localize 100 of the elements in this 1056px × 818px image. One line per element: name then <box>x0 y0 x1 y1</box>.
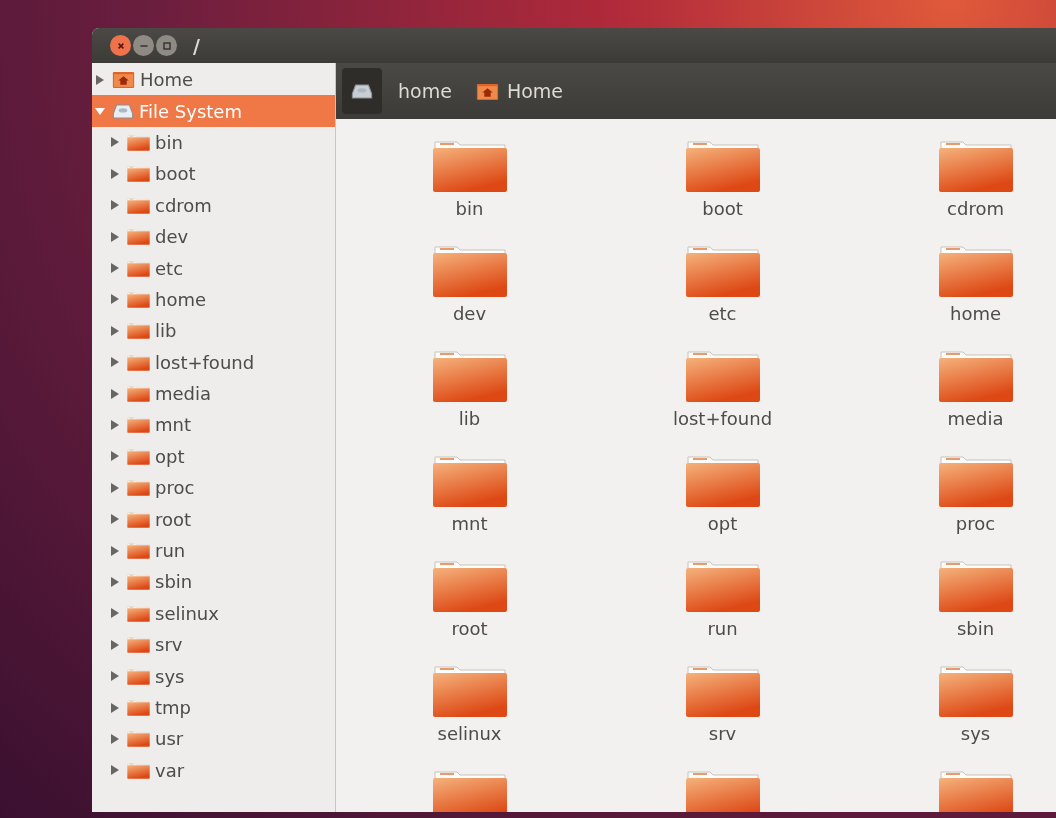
collapsed-arrow-icon[interactable] <box>110 137 120 148</box>
collapsed-arrow-icon[interactable] <box>110 168 120 179</box>
folder-name[interactable]: srv <box>708 723 737 744</box>
maximize-icon <box>160 39 173 52</box>
tree-item[interactable]: root <box>92 503 335 535</box>
folder-icon <box>937 348 1014 402</box>
collapsed-arrow-icon[interactable] <box>110 639 120 650</box>
folder-icon <box>684 663 761 717</box>
tree-item[interactable]: opt <box>92 440 335 473</box>
folder-name[interactable]: boot <box>702 198 743 219</box>
folder-icon <box>431 663 508 717</box>
folder-icon <box>431 138 508 192</box>
tree-item[interactable]: mnt <box>92 409 335 441</box>
folder-name[interactable]: mnt <box>451 513 488 534</box>
tree-item[interactable]: dev <box>92 220 335 253</box>
close-button[interactable] <box>110 35 131 56</box>
breadcrumb-button[interactable] <box>342 68 382 114</box>
folder-name[interactable]: proc <box>955 513 996 534</box>
tree-item[interactable]: sbin <box>92 566 335 598</box>
collapsed-arrow-icon[interactable] <box>110 231 120 242</box>
folder-icon <box>127 133 150 151</box>
collapsed-arrow-icon[interactable] <box>110 325 120 336</box>
tree-item[interactable]: home <box>92 283 335 316</box>
collapsed-arrow-icon[interactable] <box>110 200 120 211</box>
folder-icon <box>127 699 150 716</box>
tree-item[interactable]: cdrom <box>92 189 335 221</box>
collapsed-arrow-icon[interactable] <box>110 545 120 556</box>
folder-name[interactable]: home <box>950 303 1001 324</box>
folder-name[interactable]: opt <box>707 513 738 534</box>
collapsed-arrow-icon[interactable] <box>110 451 120 462</box>
collapsed-arrow-icon[interactable] <box>110 388 120 399</box>
folder-name[interactable]: root <box>451 618 488 639</box>
folder-name[interactable]: run <box>707 618 738 639</box>
collapsed-arrow-icon[interactable] <box>110 671 120 682</box>
tree-item[interactable]: etc <box>92 252 335 284</box>
tree-item[interactable]: run <box>92 534 335 567</box>
collapsed-arrow-icon[interactable] <box>110 514 120 525</box>
folder-icon <box>127 447 150 465</box>
collapsed-arrow-icon[interactable] <box>95 74 105 85</box>
folder-name[interactable]: dev <box>452 303 487 324</box>
tree-item[interactable]: srv <box>92 629 335 661</box>
folder-icon <box>127 761 150 779</box>
collapsed-arrow-icon[interactable] <box>110 733 120 744</box>
folder-name[interactable]: media <box>947 408 1004 429</box>
folder-icon <box>684 558 761 612</box>
drive-icon <box>351 83 373 99</box>
maximize-button[interactable] <box>156 35 177 56</box>
breadcrumb-button[interactable]: Home <box>467 68 571 114</box>
sidebar-item[interactable]: Home <box>92 64 335 96</box>
folder-name[interactable]: etc <box>708 303 737 324</box>
folder-icon <box>937 453 1014 507</box>
folder-name[interactable]: sbin <box>956 618 995 639</box>
folder-icon <box>127 353 150 371</box>
collapsed-arrow-icon[interactable] <box>110 294 120 305</box>
collapsed-arrow-icon[interactable] <box>110 482 120 493</box>
tree-item[interactable]: lib <box>92 315 335 347</box>
tree-item[interactable]: usr <box>92 723 335 755</box>
folder-icon <box>127 730 150 748</box>
folder-icon <box>127 290 150 308</box>
folder-name[interactable]: selinux <box>437 723 502 744</box>
folder-icon <box>937 663 1014 717</box>
expanded-arrow-icon[interactable] <box>95 106 105 117</box>
tree-item[interactable]: selinux <box>92 597 335 630</box>
folder-icon <box>127 259 150 277</box>
tree-item[interactable]: sys <box>92 660 335 692</box>
tree-item[interactable]: tmp <box>92 691 335 724</box>
folder-icon <box>127 542 150 560</box>
folder-icon <box>127 510 150 528</box>
collapsed-arrow-icon[interactable] <box>110 420 120 430</box>
collapsed-arrow-icon[interactable] <box>110 608 120 619</box>
folder-icon <box>684 453 761 507</box>
folder-name[interactable]: lost+found <box>672 408 773 429</box>
collapsed-arrow-icon[interactable] <box>110 702 120 713</box>
collapsed-arrow-icon[interactable] <box>110 263 120 274</box>
folder-name[interactable]: lib <box>458 408 481 429</box>
folder-icon <box>127 636 150 654</box>
minimize-button[interactable] <box>133 35 154 56</box>
folder-name[interactable]: sys <box>960 723 991 744</box>
folder-icon <box>937 243 1014 297</box>
tree-item[interactable]: var <box>92 754 335 786</box>
folder-name[interactable]: cdrom <box>947 198 1004 219</box>
tree-item[interactable]: lost+found <box>92 346 335 378</box>
folder-icon <box>431 453 508 507</box>
folder-icon <box>431 348 508 402</box>
folder-icon <box>127 479 150 497</box>
tree-item[interactable]: bin <box>92 126 335 159</box>
home-folder-icon <box>112 71 135 89</box>
folder-icon <box>127 165 150 183</box>
folder-icon <box>127 228 150 246</box>
collapsed-arrow-icon[interactable] <box>110 576 120 587</box>
folder-icon <box>127 385 150 403</box>
folder-icon <box>937 138 1014 192</box>
tree-item[interactable]: boot <box>92 158 335 190</box>
collapsed-arrow-icon[interactable] <box>110 357 120 368</box>
folder-icon <box>937 558 1014 612</box>
tree-item[interactable]: media <box>92 377 335 410</box>
breadcrumb-button[interactable]: home <box>390 68 460 114</box>
folder-name[interactable]: bin <box>455 198 484 219</box>
tree-item[interactable]: proc <box>92 472 335 504</box>
collapsed-arrow-icon[interactable] <box>110 765 120 776</box>
